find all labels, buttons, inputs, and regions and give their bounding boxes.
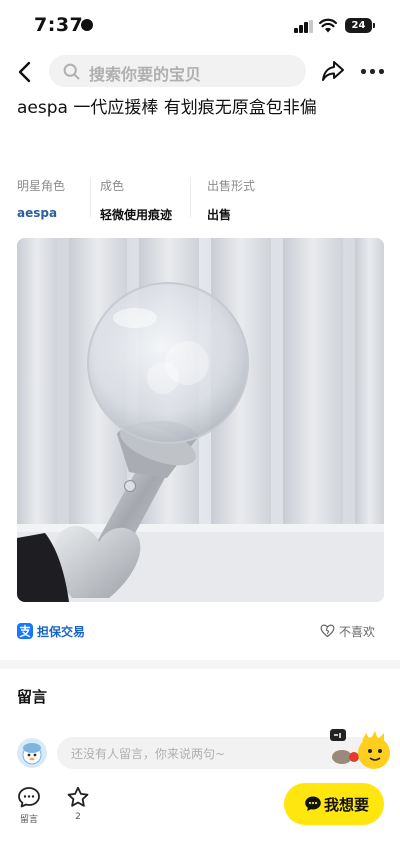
lightstick-illustration: [17, 238, 384, 602]
wifi-icon: [319, 18, 337, 33]
attribute-divider: [190, 177, 191, 217]
status-time: 7:37: [34, 14, 84, 36]
attribute-star-role: 明星角色 aespa: [17, 177, 65, 220]
guarantee-icon: [17, 623, 33, 639]
more-icon[interactable]: [361, 69, 385, 75]
mascot-sticker-icon: [330, 729, 390, 769]
favorite-count: 2: [75, 812, 81, 822]
status-bar: 7:37 24: [0, 0, 400, 50]
cellular-signal-icon: [294, 20, 314, 33]
product-photo[interactable]: [17, 238, 384, 602]
attribute-label: 明星角色: [17, 179, 66, 193]
share-icon[interactable]: [320, 58, 346, 84]
attribute-sale-type: 出售形式 出售: [207, 177, 255, 223]
dislike-label: 不喜欢: [339, 625, 376, 639]
attribute-condition: 成色 轻微使用痕迹: [100, 177, 172, 223]
want-button[interactable]: 我想要: [284, 783, 384, 825]
search-input[interactable]: 搜索你要的宝贝: [49, 55, 306, 87]
attribute-label: 出售形式: [207, 179, 256, 193]
attribute-value: 轻微使用痕迹: [100, 208, 173, 222]
attribute-value-link[interactable]: aespa: [17, 206, 65, 220]
guarantee-label: 担保交易: [37, 625, 86, 639]
back-arrow-icon[interactable]: [14, 58, 38, 86]
avatar: [17, 738, 47, 768]
star-icon: [67, 786, 89, 807]
comment-icon: [18, 787, 40, 808]
attribute-value: 出售: [207, 208, 232, 222]
item-title: aespa 一代应援棒 有划痕无原盒包非偏: [17, 98, 317, 118]
comments-heading: 留言: [17, 688, 48, 706]
want-button-label: 我想要: [324, 796, 370, 814]
search-placeholder: 搜索你要的宝贝: [89, 65, 202, 84]
search-icon: [63, 63, 80, 80]
section-divider: [0, 660, 400, 669]
comment-tab[interactable]: 留言: [16, 786, 42, 825]
chat-icon: [305, 796, 321, 811]
attribute-label: 成色: [100, 179, 125, 193]
broken-heart-icon: [320, 624, 335, 638]
comment-placeholder: 还没有人留言，你来说两句~: [71, 747, 226, 761]
comment-tab-label: 留言: [19, 815, 38, 825]
battery-cap: [373, 23, 375, 28]
favorite-tab[interactable]: 2: [65, 786, 91, 822]
comment-composer: 还没有人留言，你来说两句~: [0, 729, 400, 771]
battery-icon: 24: [345, 18, 372, 33]
focus-mode-icon: [81, 19, 93, 31]
attribute-divider: [90, 177, 91, 217]
